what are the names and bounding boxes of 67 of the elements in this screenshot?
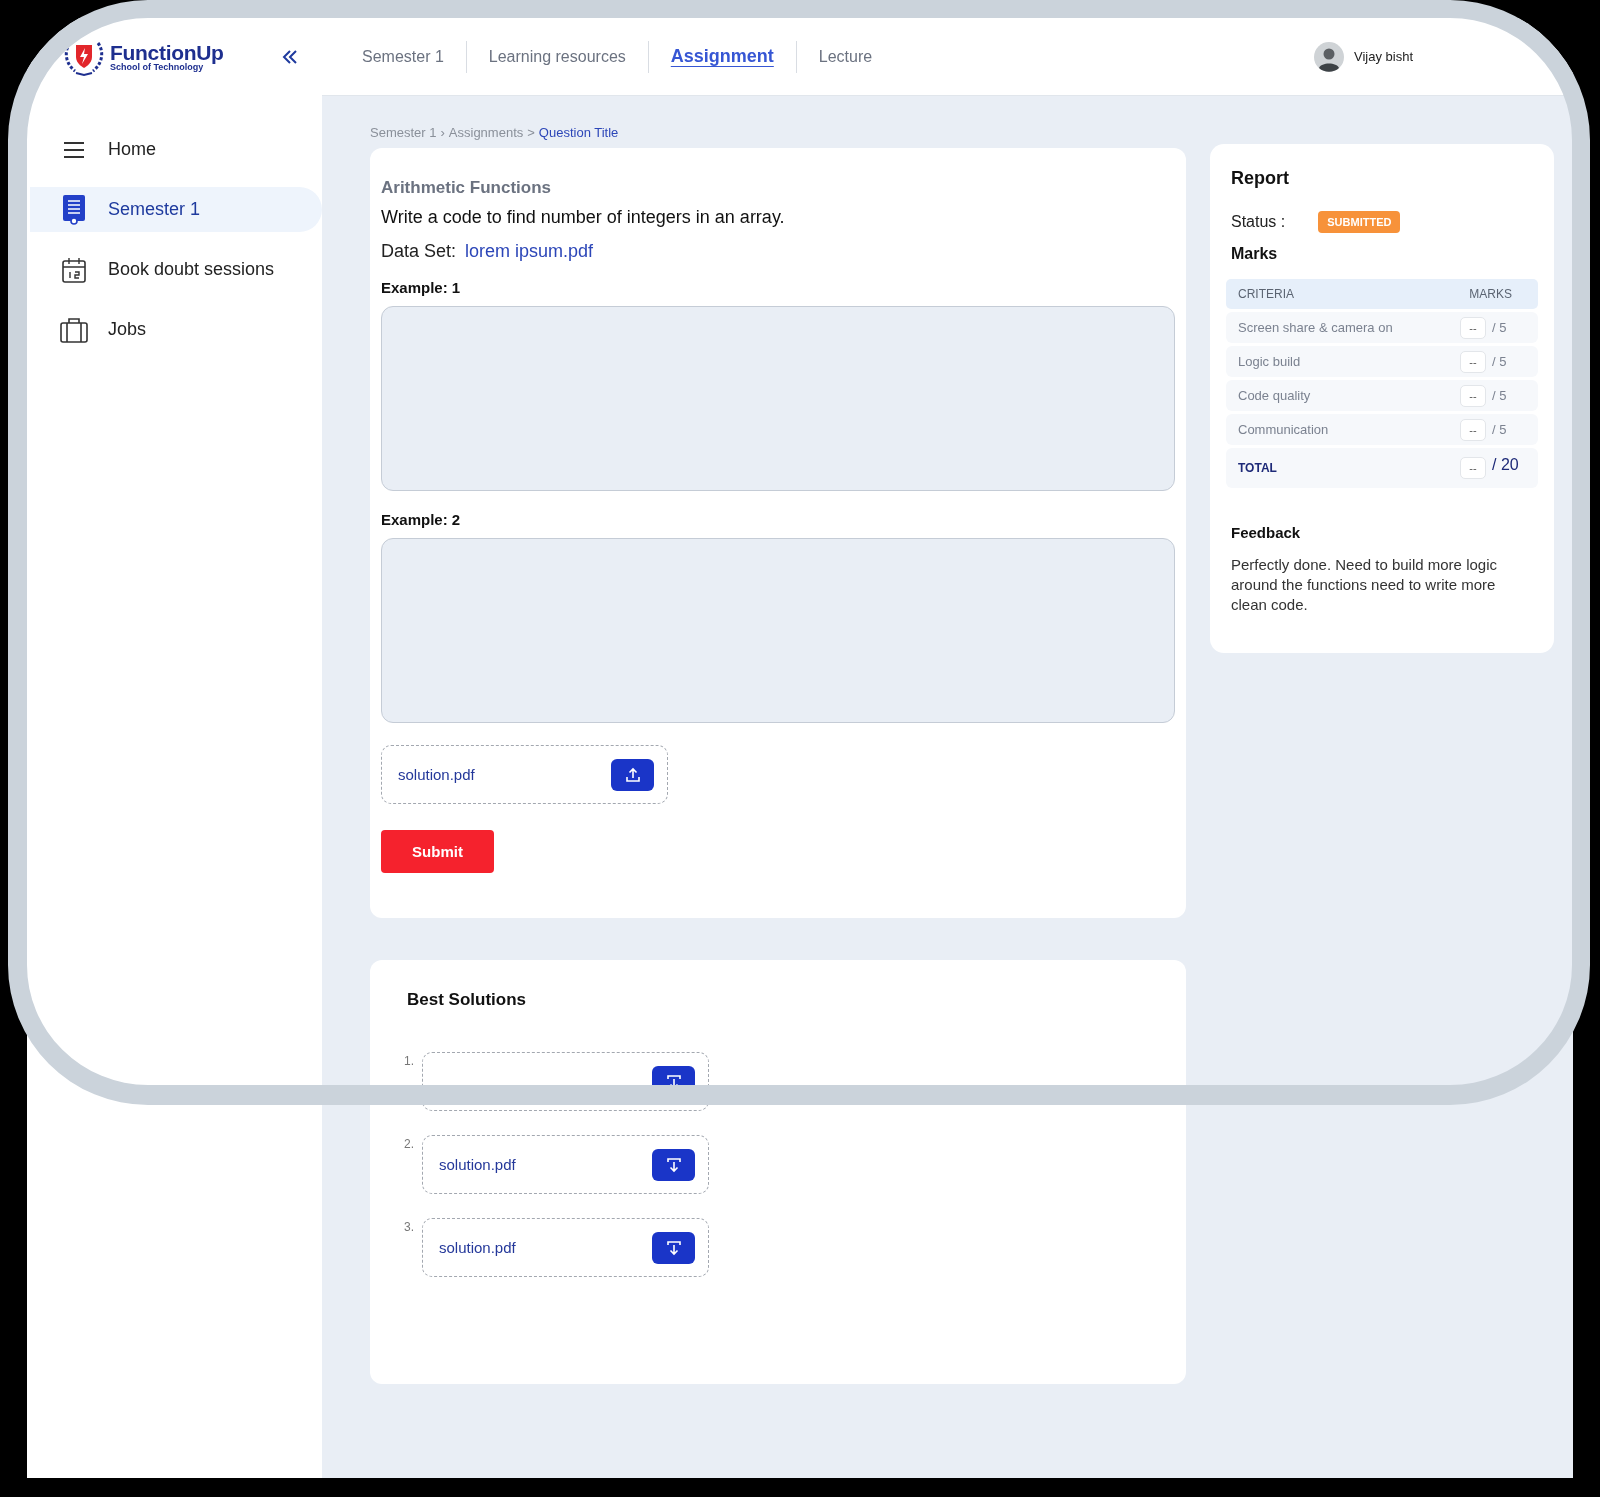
marks-field[interactable]: -- bbox=[1460, 316, 1486, 339]
brand-tagline: School of Technology bbox=[110, 63, 204, 72]
status-label: Status : bbox=[1231, 213, 1286, 231]
nav-tab[interactable]: Semester 1 bbox=[362, 47, 466, 66]
example-label: Example: 2 bbox=[381, 511, 462, 528]
marks-heading: Marks bbox=[1231, 245, 1279, 263]
menu-icon[interactable] bbox=[63, 140, 85, 159]
feedback-text: Perfectly done. Need to build more logic around the functions need to write more clean code. bbox=[1231, 555, 1498, 615]
marks-field[interactable]: -- bbox=[1460, 350, 1486, 373]
sidebar-item[interactable]: Jobs bbox=[30, 307, 322, 352]
download-icon bbox=[665, 1239, 682, 1256]
breadcrumb-link[interactable]: Question Title bbox=[538, 124, 619, 140]
assignment-title: Arithmetic Functions bbox=[381, 178, 552, 198]
status-badge: SUBMITTED bbox=[1318, 211, 1401, 233]
sidebar-item[interactable]: Semester 1 bbox=[30, 187, 322, 232]
sidebar-item[interactable]: Book doubt sessions bbox=[30, 247, 322, 292]
nav-tab[interactable]: Learning resources bbox=[466, 47, 648, 66]
max-marks: / 5 bbox=[1492, 388, 1508, 403]
item-number: 1. bbox=[404, 1054, 415, 1068]
example-label: Example: 1 bbox=[381, 279, 462, 296]
nav-tab[interactable]: Lecture bbox=[796, 47, 895, 66]
column-header: CRITERIA bbox=[1238, 287, 1294, 301]
total-label: TOTAL bbox=[1238, 461, 1278, 475]
download-icon bbox=[665, 1156, 682, 1173]
brand-name: FunctionUp bbox=[110, 42, 224, 63]
file-name: solution.pdf bbox=[398, 766, 475, 783]
solution-file[interactable]: solution.pdf bbox=[422, 1135, 709, 1194]
briefcase-icon bbox=[60, 316, 88, 343]
solution-file[interactable] bbox=[422, 1052, 709, 1111]
max-marks: / 5 bbox=[1492, 422, 1508, 437]
marks-field[interactable]: -- bbox=[1460, 457, 1486, 479]
criterion-text: Code quality bbox=[1238, 388, 1312, 403]
nav-tab[interactable]: Assignment bbox=[648, 46, 796, 67]
item-number: 3. bbox=[404, 1220, 415, 1234]
user-name: Vijay bisht bbox=[1354, 49, 1413, 64]
download-button[interactable] bbox=[652, 1148, 695, 1181]
upload-field[interactable]: solution.pdf bbox=[381, 745, 668, 804]
file-name: solution.pdf bbox=[439, 1156, 516, 1173]
file-name: solution.pdf bbox=[439, 1239, 516, 1256]
report-title: Report bbox=[1231, 168, 1290, 189]
breadcrumb-separator: › bbox=[440, 124, 445, 140]
section-title: Best Solutions bbox=[407, 990, 527, 1010]
document-icon bbox=[63, 194, 85, 225]
item-number: 2. bbox=[404, 1137, 415, 1151]
sidebar-item[interactable]: Home bbox=[30, 127, 322, 172]
marks-field[interactable]: -- bbox=[1460, 384, 1486, 407]
marks-field[interactable]: -- bbox=[1460, 418, 1486, 441]
download-button[interactable] bbox=[652, 1231, 695, 1264]
calendar-icon bbox=[62, 256, 86, 283]
avatar[interactable] bbox=[1314, 41, 1344, 72]
upload-icon bbox=[624, 766, 641, 783]
breadcrumb-separator: > bbox=[527, 124, 535, 140]
question-text: Write a code to find number of integers in an array. bbox=[381, 207, 786, 228]
max-marks: / 20 bbox=[1492, 456, 1520, 474]
collapse-icon[interactable] bbox=[282, 49, 298, 65]
criterion-text: Screen share & camera on bbox=[1238, 320, 1394, 335]
max-marks: / 5 bbox=[1492, 354, 1508, 369]
dataset-link[interactable]: lorem ipsum.pdf bbox=[465, 241, 594, 262]
upload-button[interactable] bbox=[611, 758, 654, 791]
submit-button[interactable]: Submit bbox=[381, 830, 494, 873]
dataset-label: Data Set: bbox=[381, 241, 457, 262]
feedback-heading: Feedback bbox=[1231, 524, 1302, 541]
max-marks: / 5 bbox=[1492, 320, 1508, 335]
criterion-text: Communication bbox=[1238, 422, 1330, 437]
solution-file[interactable]: solution.pdf bbox=[422, 1218, 709, 1277]
column-header: MARKS bbox=[1469, 287, 1512, 301]
criterion-text: Logic build bbox=[1238, 354, 1302, 369]
